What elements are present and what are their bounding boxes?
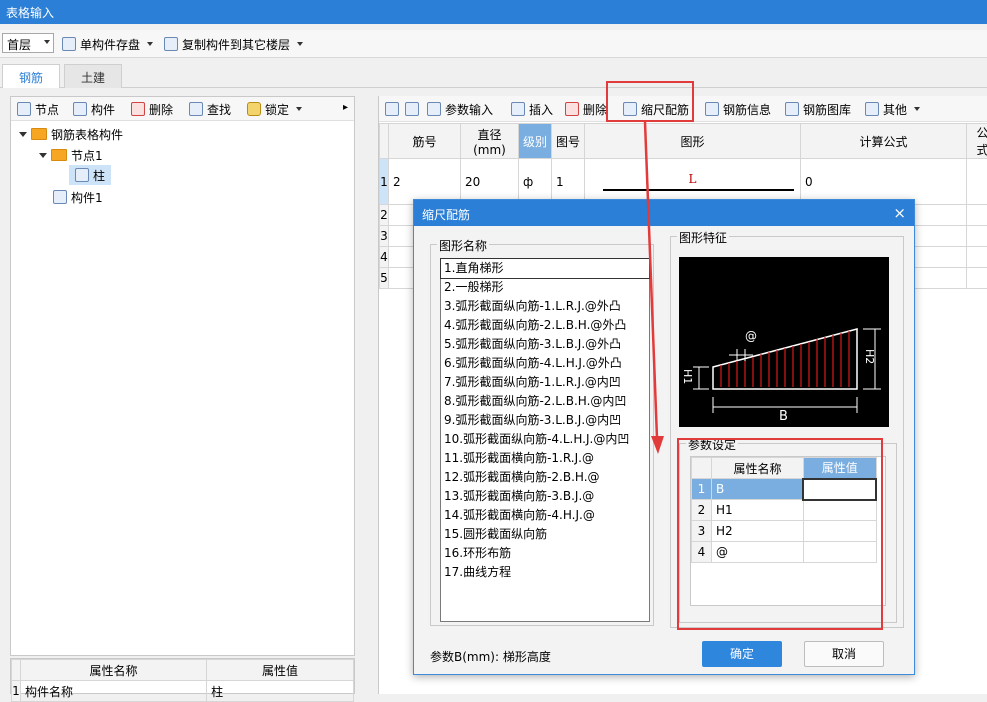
annotation-arrow <box>0 0 987 694</box>
arrow-head-icon <box>651 436 664 454</box>
arrow-shaft <box>645 122 657 438</box>
